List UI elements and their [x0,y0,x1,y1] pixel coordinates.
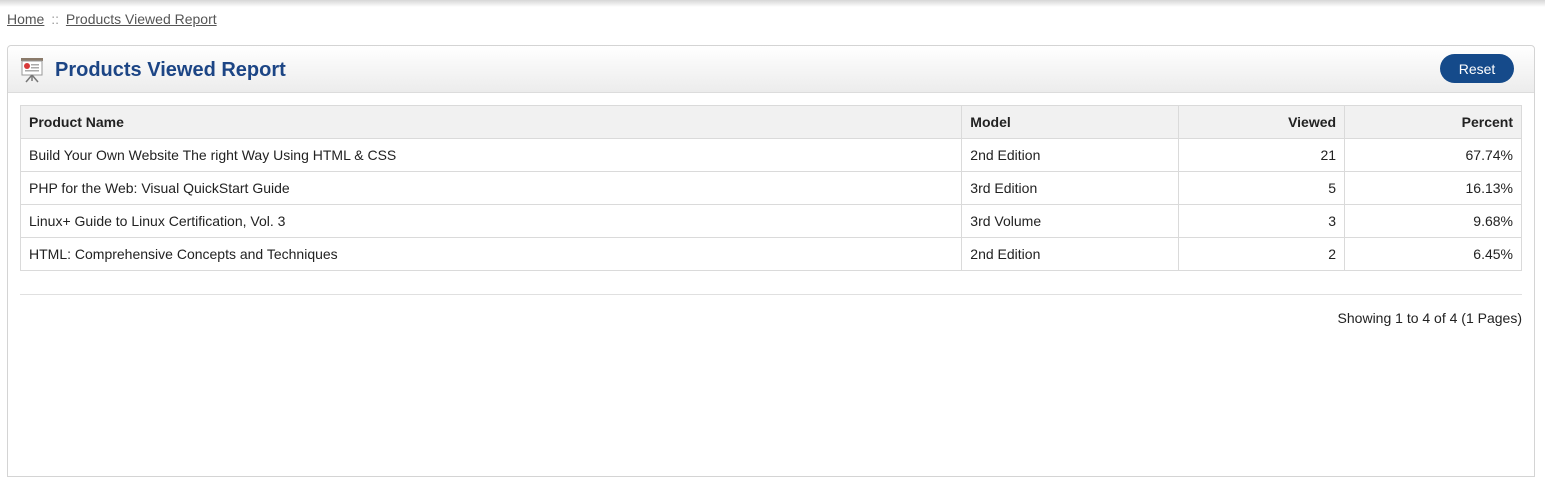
model-cell: 3rd Volume [961,204,1180,238]
model-cell: 2nd Edition [961,138,1180,172]
products-viewed-table: Product Name Model Viewed Percent Build … [19,105,1522,271]
breadcrumb-current-link[interactable]: Products Viewed Report [66,11,217,27]
top-shadow [0,0,1545,7]
reset-button[interactable]: Reset [1440,54,1514,83]
table-row: Linux+ Guide to Linux Certification, Vol… [19,204,1522,238]
model-cell: 2nd Edition [961,237,1180,271]
page-title: Products Viewed Report [55,59,286,81]
product-name-cell: PHP for the Web: Visual QuickStart Guide [19,171,963,205]
model-cell: 3rd Edition [961,171,1180,205]
panel-header: Products Viewed Report Reset [8,46,1534,93]
table-row: Build Your Own Website The right Way Usi… [19,138,1522,172]
table-row: PHP for the Web: Visual QuickStart Guide… [19,171,1522,205]
column-header-model[interactable]: Model [961,105,1180,139]
presentation-board-icon [20,57,44,83]
percent-cell: 9.68% [1344,204,1522,238]
viewed-cell: 3 [1178,204,1346,238]
table-row: HTML: Comprehensive Concepts and Techniq… [19,237,1522,271]
product-name-cell: Linux+ Guide to Linux Certification, Vol… [19,204,963,238]
table-header-row: Product Name Model Viewed Percent [19,105,1522,139]
breadcrumb: Home :: Products Viewed Report [7,11,217,27]
report-panel: Products Viewed Report Reset Product Nam… [7,45,1535,477]
viewed-cell: 2 [1178,237,1346,271]
column-header-percent[interactable]: Percent [1344,105,1522,139]
product-name-cell: HTML: Comprehensive Concepts and Techniq… [19,237,963,271]
percent-cell: 6.45% [1344,237,1522,271]
breadcrumb-separator: :: [51,11,60,27]
column-header-viewed[interactable]: Viewed [1178,105,1346,139]
breadcrumb-home-link[interactable]: Home [7,11,44,27]
percent-cell: 67.74% [1344,138,1522,172]
viewed-cell: 21 [1178,138,1346,172]
divider [20,294,1522,295]
percent-cell: 16.13% [1344,171,1522,205]
column-header-product-name[interactable]: Product Name [19,105,963,139]
viewed-cell: 5 [1178,171,1346,205]
product-name-cell: Build Your Own Website The right Way Usi… [19,138,963,172]
pagination-info: Showing 1 to 4 of 4 (1 Pages) [1337,310,1522,326]
